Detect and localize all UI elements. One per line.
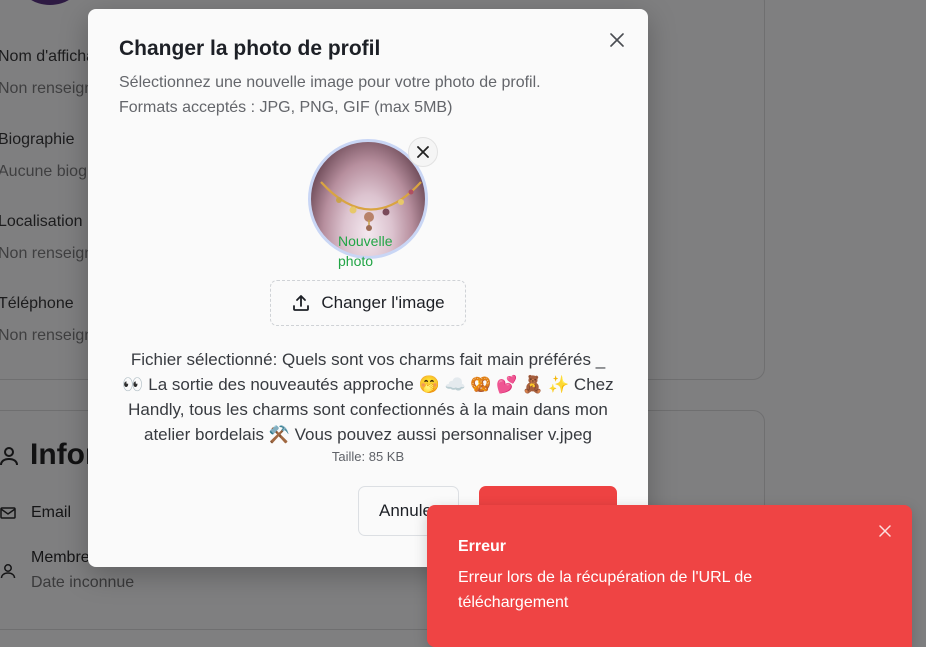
dialog-title: Changer la photo de profil [119,37,381,60]
toast-title: Erreur [458,538,507,555]
user-icon [0,447,18,466]
photo-preview: Nouvelle photo [308,137,438,269]
field-label-bio: Biographie [0,131,75,148]
remove-photo-button[interactable] [408,137,438,167]
row-label-email: Email [31,504,72,521]
upload-icon [293,295,310,311]
change-image-button[interactable]: Changer l'image [270,280,466,326]
user-icon [0,564,16,579]
field-label-phone: Téléphone [0,295,74,312]
field-value-phone: Non renseigné [0,327,103,344]
change-image-label: Changer l'image [321,293,445,312]
selected-file-name: Fichier sélectionné: Quels sont vos char… [122,350,614,444]
row-value-member-since: Date inconnue [31,574,135,591]
close-icon[interactable] [877,523,893,539]
dialog-description: Sélectionnez une nouvelle image pour vot… [119,74,541,116]
close-button[interactable] [606,29,628,51]
close-icon [417,146,429,158]
close-icon [610,33,624,47]
mail-icon [0,507,16,519]
toast-message: Erreur lors de la récupération de l'URL … [458,569,753,611]
change-photo-dialog: Changer la photo de profil Sélectionnez … [88,9,648,567]
field-value-display-name: Non renseigné [0,80,103,97]
new-photo-label: Nouvelle photo [338,233,393,269]
field-value-location: Non renseigné [0,245,103,262]
field-label-location: Localisation [0,213,83,230]
error-toast: Erreur Erreur lors de la récupération de… [427,505,912,647]
file-size: Taille: 85 KB [331,449,405,464]
